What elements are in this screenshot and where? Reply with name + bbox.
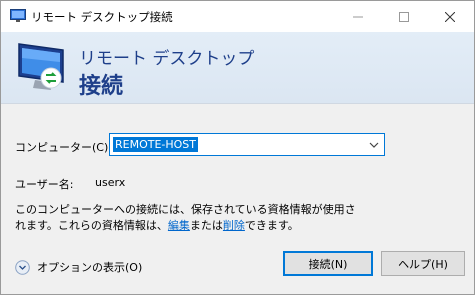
monitor-remote-icon xyxy=(18,43,64,90)
info-text-part2: または xyxy=(189,219,223,232)
minimize-icon xyxy=(353,16,363,17)
user-name-label: ユーザー名: xyxy=(15,178,74,191)
computer-combobox[interactable]: REMOTE-HOST xyxy=(109,133,385,156)
info-text-part3: できます。 xyxy=(244,219,299,232)
banner-title-line2: 接続 xyxy=(79,74,124,99)
remote-desktop-icon xyxy=(10,9,26,22)
delete-link[interactable]: 削除 xyxy=(223,219,245,232)
close-icon xyxy=(445,11,455,22)
close-button[interactable] xyxy=(427,1,473,32)
maximize-icon xyxy=(399,11,409,22)
maximize-button[interactable] xyxy=(381,1,427,32)
computer-label: コンピューター(C): xyxy=(15,141,112,154)
minimize-button[interactable] xyxy=(335,1,381,32)
credentials-info-text: このコンピューターへの接続には、保存されている資格情報が使用されます。これらの資… xyxy=(15,202,365,234)
window-title: リモート デスクトップ接続 xyxy=(31,10,173,24)
show-options-toggle[interactable]: オプションの表示(O) xyxy=(15,259,142,275)
chevron-down-icon[interactable] xyxy=(367,138,381,152)
help-button-label: ヘルプ(H) xyxy=(398,257,448,271)
remote-desktop-window: リモート デスクトップ接続 リモート デスクトップ 接続 コンピューター(C):… xyxy=(0,0,475,295)
banner-title-line1: リモート デスクトップ xyxy=(79,49,255,69)
title-bar: リモート デスクトップ接続 xyxy=(1,1,474,32)
connect-button[interactable]: 接続(N) xyxy=(283,251,373,276)
show-options-label: オプションの表示(O) xyxy=(37,261,143,274)
computer-value[interactable]: REMOTE-HOST xyxy=(113,137,199,152)
expand-circle-icon xyxy=(15,259,30,275)
help-button[interactable]: ヘルプ(H) xyxy=(381,251,465,276)
header-banner: リモート デスクトップ 接続 xyxy=(1,32,474,104)
user-name-value: userx xyxy=(95,176,126,189)
edit-link[interactable]: 編集 xyxy=(168,219,190,232)
connect-button-label: 接続(N) xyxy=(308,257,348,271)
